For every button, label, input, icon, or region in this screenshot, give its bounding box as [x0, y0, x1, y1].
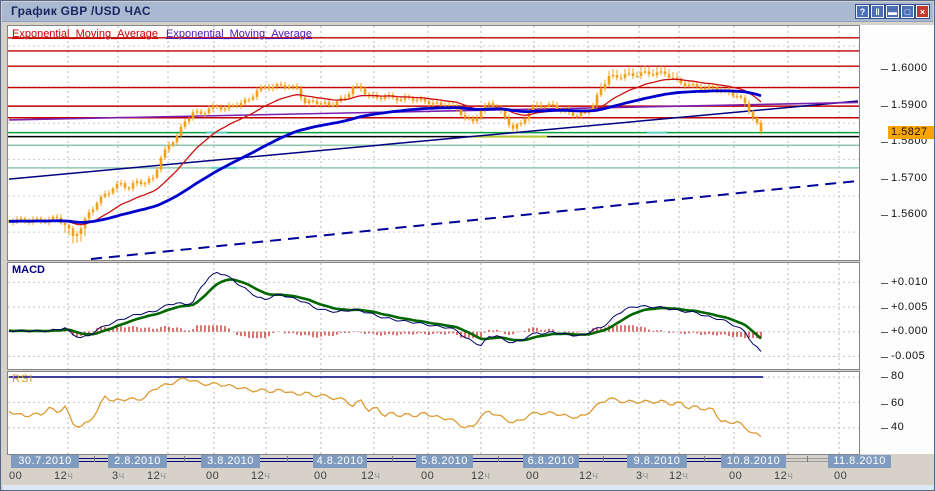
date-badge: 3.8.2010: [201, 455, 260, 468]
macd-label: MACD: [12, 264, 45, 276]
time-label: 12ч: [579, 470, 598, 482]
rsi-label: RSI: [12, 373, 33, 385]
time-label: 00: [729, 470, 742, 482]
axis-tick: [881, 377, 888, 378]
window-title: График GBP /USD ЧАС: [11, 4, 151, 18]
axis-tick: [881, 357, 888, 358]
date-badge: 10.8.2010: [721, 455, 786, 468]
price-axis-label: 1.5700: [891, 172, 928, 184]
time-label: 00: [314, 470, 327, 482]
price-axis-label: 1.6000: [891, 62, 928, 74]
price-axis-label: 1.5600: [891, 208, 928, 220]
indicator-legend: Exponential_Moving_Average Exponential_M…: [12, 28, 312, 40]
time-label: 00: [834, 470, 847, 482]
date-badge: 11.8.2010: [828, 455, 891, 468]
date-axis-tick: [498, 456, 499, 462]
time-label: 00: [206, 470, 219, 482]
value-axis: 1.60001.59001.58001.57001.5600+0.010+0.0…: [860, 25, 934, 454]
axis-tick: [881, 215, 888, 216]
close-button[interactable]: ×: [916, 5, 929, 18]
help-button[interactable]: ?: [856, 5, 869, 18]
date-axis: 30.7.2010 2.8.2010 3.8.2010 4.8.2010 5.8.201…: [7, 454, 934, 484]
axis-tick: [881, 106, 888, 107]
legend-ema-slow: Exponential_Moving_Average: [166, 28, 312, 40]
current-price-tag: 1.5827: [888, 126, 935, 139]
minimize-button[interactable]: ▬: [886, 5, 899, 18]
time-label: 00: [9, 470, 22, 482]
level-accent-segments: [206, 133, 667, 168]
price-chart-canvas[interactable]: [8, 26, 859, 260]
axis-tick: [881, 69, 888, 70]
date-axis-tick: [807, 456, 808, 462]
time-label: 3ч: [112, 470, 125, 482]
axis-tick: [881, 332, 888, 333]
date-badge: 2.8.2010: [108, 455, 167, 468]
macd-axis-label: +0.010: [891, 276, 928, 288]
trend-lines: [9, 101, 858, 259]
date-badge: 5.8.2010: [416, 455, 473, 468]
time-label: 12ч: [251, 470, 270, 482]
rsi-axis-label: 40: [891, 421, 904, 433]
time-label: 00: [421, 470, 434, 482]
date-axis-tick: [704, 456, 705, 462]
date-badge: 30.7.2010: [11, 455, 79, 468]
date-badge: 9.8.2010: [627, 455, 687, 468]
date-badge: 4.8.2010: [313, 455, 367, 468]
rsi-axis-label: 80: [891, 370, 904, 382]
time-label: 12ч: [147, 470, 166, 482]
axis-tick: [881, 179, 888, 180]
macd-signal-line: [9, 280, 761, 341]
rsi-axis-label: 60: [891, 397, 904, 409]
macd-gridlines: [8, 263, 859, 369]
window-titlebar[interactable]: График GBP /USD ЧАС ?‖▬□×: [2, 2, 933, 22]
date-axis-tick: [392, 456, 393, 462]
macd-canvas[interactable]: [8, 263, 859, 369]
time-label: 12ч: [669, 470, 688, 482]
maximize-button[interactable]: □: [901, 5, 914, 18]
date-axis-tick: [94, 456, 95, 462]
macd-panel[interactable]: MACD: [7, 262, 860, 370]
candles: [8, 66, 762, 244]
pause-button[interactable]: ‖: [871, 5, 884, 18]
rsi-panel[interactable]: RSI: [7, 371, 860, 455]
macd-axis-label: +0.000: [891, 325, 928, 337]
rsi-gridlines: [8, 372, 859, 454]
legend-ema-fast: Exponential_Moving_Average: [12, 28, 158, 40]
bottom-strip: [3, 485, 934, 490]
time-label: 12ч: [361, 470, 380, 482]
date-badge: 6.8.2010: [523, 455, 579, 468]
window-controls: ?‖▬□×: [856, 5, 929, 18]
time-label: 12ч: [774, 470, 793, 482]
date-axis-tick: [603, 456, 604, 462]
axis-tick: [881, 428, 888, 429]
time-label: 12ч: [54, 470, 73, 482]
axis-tick: [881, 142, 888, 143]
macd-axis-label: +0.005: [891, 301, 928, 313]
macd-axis-label: -0.005: [891, 350, 925, 362]
time-label: 3ч: [636, 470, 649, 482]
time-label: 12ч: [471, 470, 490, 482]
macd-line: [9, 272, 761, 351]
axis-tick: [881, 308, 888, 309]
chart-window: График GBP /USD ЧАС ?‖▬□× Exponential_Mo…: [0, 0, 935, 491]
rsi-canvas[interactable]: [8, 372, 859, 454]
price-chart-panel[interactable]: Exponential_Moving_Average Exponential_M…: [7, 25, 860, 261]
price-axis-label: 1.5900: [891, 99, 928, 111]
axis-tick: [881, 404, 888, 405]
date-axis-tick: [184, 456, 185, 462]
date-axis-tick: [287, 456, 288, 462]
time-label: 00: [526, 470, 539, 482]
axis-tick: [881, 283, 888, 284]
